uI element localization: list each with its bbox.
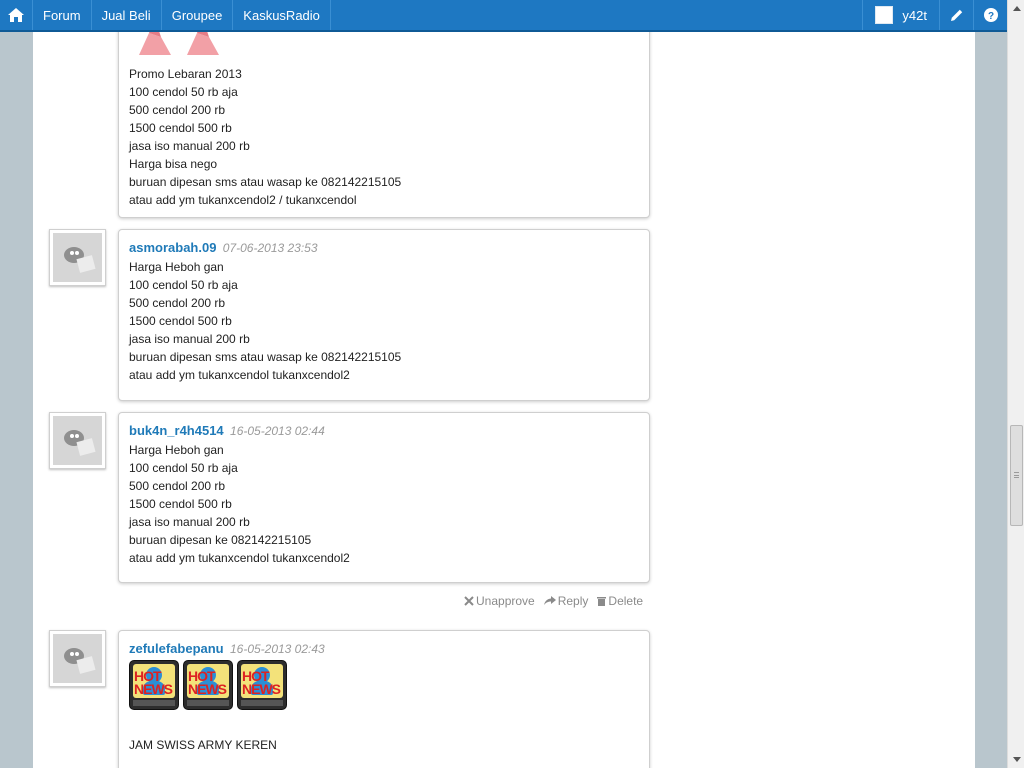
post-text-line: 100 cendol 50 rb aja <box>129 461 238 475</box>
scroll-down-arrow[interactable] <box>1008 751 1024 768</box>
post-text-line: Harga bisa nego <box>129 157 218 171</box>
avatar[interactable] <box>49 412 106 469</box>
post-text-line: Harga Heboh gan <box>129 260 224 274</box>
post-username-link[interactable]: zefulefabepanu <box>129 641 224 656</box>
post-card: zefulefabepanu 16-05-2013 02:43 HOT NEWS… <box>118 630 650 768</box>
scrollbar-thumb[interactable] <box>1010 425 1023 526</box>
post-actions: Unapprove Reply Delete <box>464 594 643 608</box>
new-post-button[interactable] <box>939 0 973 30</box>
post-card: buk4n_r4h4514 16-05-2013 02:44 Harga Heb… <box>118 412 650 583</box>
pencil-icon <box>950 9 962 21</box>
post-text-line: buruan dipesan sms atau wasap ke 0821422… <box>129 175 402 189</box>
close-icon <box>464 596 474 606</box>
avatar[interactable] <box>49 229 106 286</box>
thread-content: Promo Lebaran 2013 100 cendol 50 rb aja … <box>33 32 975 768</box>
post-text-line: jasa iso manual 200 rb <box>129 139 250 153</box>
svg-text:?: ? <box>987 11 993 22</box>
nav-jual-beli[interactable]: Jual Beli <box>92 0 162 30</box>
post-text-line: atau add ym tukanxcendol tukanxcendol2 <box>129 551 350 565</box>
help-button[interactable]: ? <box>973 0 1007 30</box>
reply-icon <box>543 596 556 605</box>
post-text-line: buruan dipesan ke 082142215105 <box>129 533 312 547</box>
post-text-line: 1500 cendol 500 rb <box>129 314 232 328</box>
hot-news-emoticon: HOT NEWS <box>129 660 179 710</box>
arrow-up-icon <box>1012 6 1021 11</box>
post-text-line: jasa iso manual 200 rb <box>129 515 250 529</box>
post-timestamp: 16-05-2013 02:43 <box>229 642 325 656</box>
post-timestamp: 07-06-2013 23:53 <box>222 241 318 255</box>
nav-kaskusradio[interactable]: KaskusRadio <box>233 0 331 30</box>
post-timestamp: 16-05-2013 02:44 <box>230 424 325 438</box>
default-avatar-icon <box>63 647 96 674</box>
post-card: asmorabah.09 07-06-2013 23:53 Harga Hebo… <box>118 229 650 401</box>
hot-news-emoticon: HOT NEWS <box>237 660 287 710</box>
post-text-line: atau add ym tukanxcendol2 / tukanxcendol <box>129 193 357 207</box>
post-text-line: buruan dipesan sms atau wasap ke 0821422… <box>129 350 402 364</box>
post-username-link[interactable]: buk4n_r4h4514 <box>129 423 224 438</box>
post-text-line: Promo Lebaran 2013 <box>129 67 242 81</box>
unapprove-label: Unapprove <box>476 594 535 608</box>
post-text-line: Harga Heboh gan <box>129 443 224 457</box>
delete-label: Delete <box>608 594 644 608</box>
username: y42t <box>902 7 927 23</box>
post-text-line: 500 cendol 200 rb <box>129 103 226 117</box>
post-text-line: 1500 cendol 500 rb <box>129 121 232 135</box>
post-text-line: 500 cendol 200 rb <box>129 479 226 493</box>
post-text-line: 100 cendol 50 rb aja <box>129 85 238 99</box>
post-text-line: jasa iso manual 200 rb <box>129 332 250 346</box>
trash-icon <box>597 597 607 606</box>
user-avatar <box>875 6 894 24</box>
delete-button[interactable]: Delete <box>597 594 643 608</box>
unapprove-button[interactable]: Unapprove <box>464 594 535 608</box>
default-avatar-icon <box>63 429 96 456</box>
nav-groupee[interactable]: Groupee <box>162 0 234 30</box>
arrow-down-icon <box>1012 757 1021 762</box>
post-text-line: atau add ym tukanxcendol tukanxcendol2 <box>129 368 350 382</box>
post-text-line: 1500 cendol 500 rb <box>129 497 232 511</box>
scroll-up-arrow[interactable] <box>1008 0 1024 17</box>
avatar[interactable] <box>49 630 106 687</box>
hot-news-emoticon: HOT NEWS <box>183 660 233 710</box>
vertical-scrollbar[interactable] <box>1007 0 1024 768</box>
reply-button[interactable]: Reply <box>543 594 589 608</box>
emoticon-row: HOT NEWS HOT NEWS HOT NEWS <box>129 660 639 710</box>
emoticon-image <box>139 32 219 55</box>
post-text-line: 100 cendol 50 rb aja <box>129 278 238 292</box>
home-icon <box>8 8 24 22</box>
post-text-line: JAM SWISS ARMY KEREN <box>129 738 277 752</box>
post-card: Promo Lebaran 2013 100 cendol 50 rb aja … <box>118 32 650 218</box>
reply-label: Reply <box>557 594 589 608</box>
top-navbar: Forum Jual Beli Groupee KaskusRadio y42t… <box>0 0 1007 32</box>
home-button[interactable] <box>0 0 33 30</box>
nav-forum[interactable]: Forum <box>33 0 92 30</box>
post-text-line: 500 cendol 200 rb <box>129 296 226 310</box>
post-username-link[interactable]: asmorabah.09 <box>129 240 216 255</box>
default-avatar-icon <box>63 246 96 273</box>
user-menu[interactable]: y42t <box>862 0 939 30</box>
help-icon: ? <box>983 8 998 22</box>
